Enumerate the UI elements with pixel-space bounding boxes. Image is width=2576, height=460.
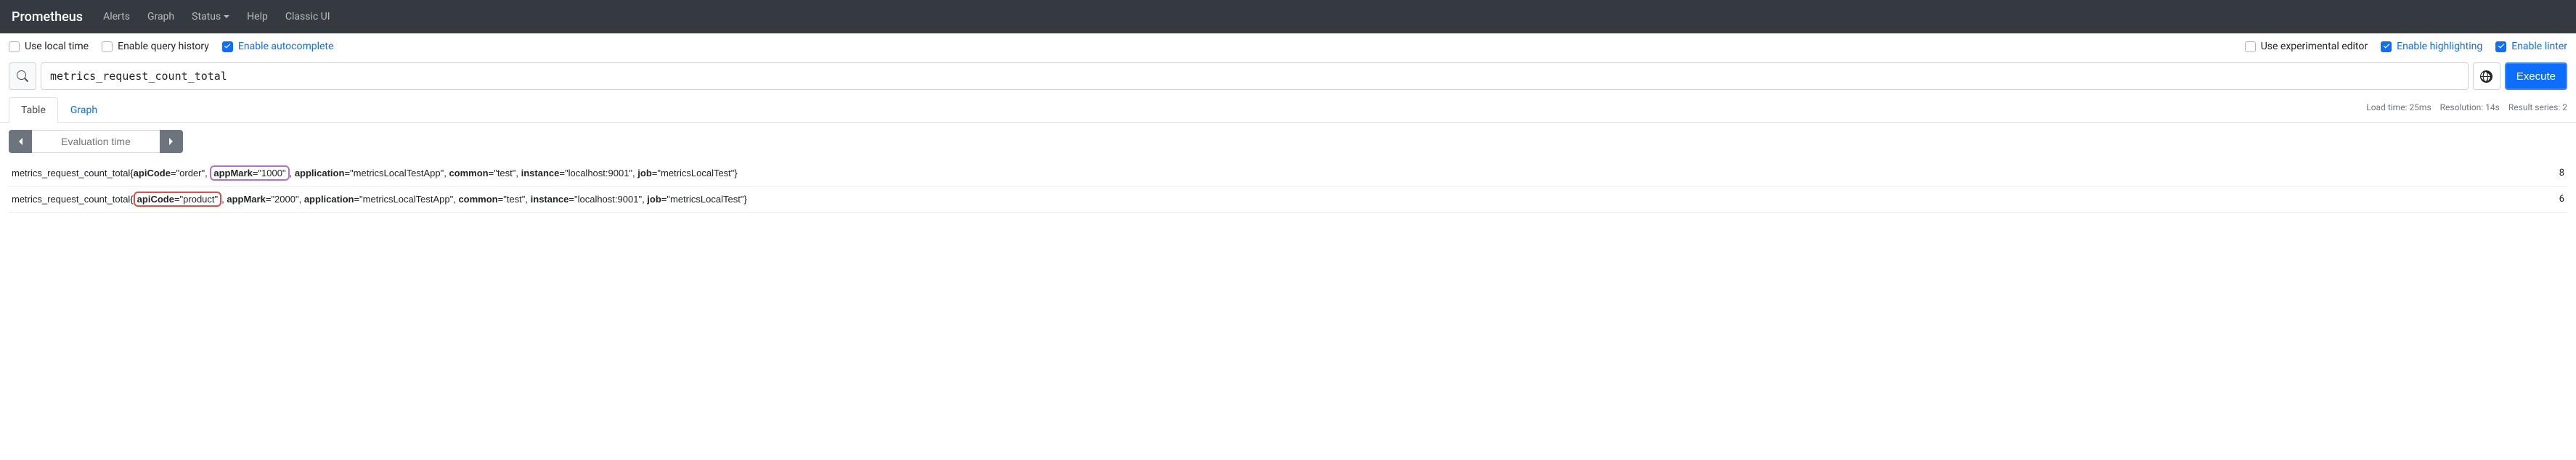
stat-result-series: Result series: 2 (2508, 102, 2567, 112)
nav-help[interactable]: Help (238, 5, 277, 28)
globe-button[interactable] (2473, 62, 2500, 90)
use-local-time-checkbox[interactable]: Use local time (9, 41, 89, 52)
enable-linter-checkbox[interactable]: Enable linter (2495, 41, 2567, 52)
evaluation-time-input[interactable] (32, 130, 160, 153)
eval-time-prev-button[interactable] (9, 130, 32, 153)
results-table: metrics_request_count_total{apiCode="ord… (0, 160, 2576, 213)
navbar: Prometheus Alerts Graph Status Help Clas… (0, 0, 2576, 33)
brand[interactable]: Prometheus (12, 9, 83, 25)
stat-load-time: Load time: 25ms (2366, 102, 2431, 112)
chevron-down-icon (224, 15, 229, 18)
stat-resolution: Resolution: 14s (2440, 102, 2500, 112)
tab-table[interactable]: Table (9, 97, 58, 123)
value-cell: 8 (2545, 168, 2564, 178)
value-cell: 6 (2545, 194, 2564, 205)
highlight-purple: appMark="1000" (210, 165, 289, 181)
tabs-row: Table Graph Load time: 25ms Resolution: … (0, 97, 2576, 123)
evaluation-time-row (0, 123, 2576, 160)
chevron-left-icon (17, 137, 24, 146)
table-row: metrics_request_count_total{apiCode="pro… (9, 186, 2567, 213)
globe-icon (2480, 70, 2493, 83)
metrics-explorer-button[interactable] (9, 62, 36, 90)
enable-autocomplete-checkbox[interactable]: Enable autocomplete (222, 41, 334, 52)
use-experimental-editor-checkbox[interactable]: Use experimental editor (2245, 41, 2368, 52)
enable-query-history-checkbox[interactable]: Enable query history (102, 41, 209, 52)
chevron-right-icon (168, 137, 175, 146)
highlight-red: apiCode="product" (134, 192, 221, 207)
options-row: Use local time Enable query history Enab… (0, 33, 2576, 59)
query-row: Execute (0, 59, 2576, 93)
nav-status[interactable]: Status (183, 5, 238, 28)
search-icon (17, 70, 28, 82)
metric-cell[interactable]: metrics_request_count_total{apiCode="ord… (12, 165, 2545, 181)
tab-graph[interactable]: Graph (58, 97, 110, 123)
enable-highlighting-checkbox[interactable]: Enable highlighting (2381, 41, 2482, 52)
eval-time-next-button[interactable] (160, 130, 183, 153)
nav-alerts[interactable]: Alerts (94, 5, 139, 28)
query-stats: Load time: 25ms Resolution: 14s Result s… (2366, 102, 2567, 117)
expression-input[interactable] (41, 62, 2469, 90)
table-row: metrics_request_count_total{apiCode="ord… (9, 160, 2567, 186)
metric-cell[interactable]: metrics_request_count_total{apiCode="pro… (12, 192, 2545, 207)
execute-button[interactable]: Execute (2505, 62, 2567, 90)
nav-classic-ui[interactable]: Classic UI (277, 5, 339, 28)
nav-graph[interactable]: Graph (139, 5, 183, 28)
